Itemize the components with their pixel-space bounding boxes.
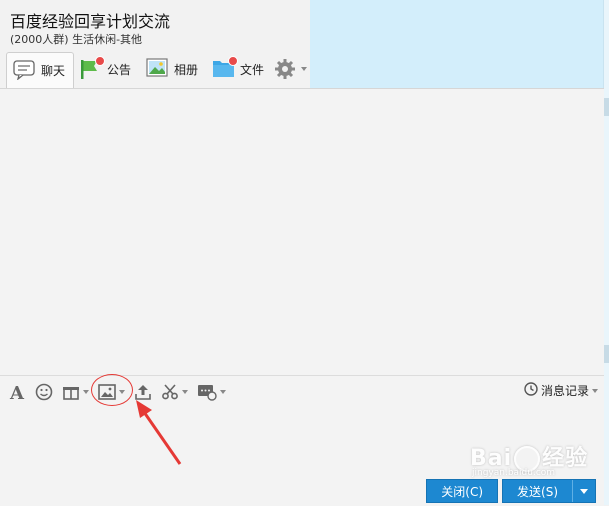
tab-album-label: 相册 <box>174 62 199 77</box>
screen-share-icon <box>197 383 217 401</box>
tab-announcement-label: 公告 <box>107 62 132 77</box>
group-title: 百度经验回享计划交流 <box>10 12 171 31</box>
font-button[interactable]: A <box>8 381 26 403</box>
window-header: 百度经验回享计划交流 (2000人群) 生活休闲-其他 聊天 公告 相册 文件 <box>0 0 310 88</box>
emoji-icon <box>35 383 53 401</box>
settings-menu-button[interactable] <box>274 52 307 86</box>
tab-album[interactable]: 相册 <box>146 52 198 86</box>
message-history-button[interactable]: 消息记录 <box>524 382 598 399</box>
tab-bar: 聊天 公告 相册 文件 <box>6 52 316 88</box>
screen-share-button[interactable] <box>197 381 226 403</box>
tab-chat-label: 聊天 <box>41 64 66 78</box>
photo-album-icon <box>146 58 170 80</box>
group-subtitle: (2000人群) 生活休闲-其他 <box>10 33 143 46</box>
chevron-down-icon <box>83 390 89 394</box>
chat-window: 百度经验回享计划交流 (2000人群) 生活休闲-其他 聊天 公告 相册 文件 … <box>0 0 604 506</box>
chevron-down-icon <box>592 388 598 393</box>
send-button[interactable]: 发送(S) <box>502 479 596 503</box>
svg-text:A: A <box>9 383 25 401</box>
close-button[interactable]: 关闭(C) <box>426 479 499 503</box>
folder-icon <box>212 56 238 80</box>
message-display-area[interactable] <box>0 88 604 376</box>
announcement-badge <box>95 56 105 66</box>
image-button-highlight <box>91 374 133 406</box>
watermark-url: jingyan.baidu.com <box>472 468 556 478</box>
chat-bubble-icon <box>13 59 37 82</box>
files-badge <box>228 56 238 66</box>
chevron-down-icon <box>220 390 226 394</box>
tab-files[interactable]: 文件 <box>212 52 264 86</box>
chevron-down-icon <box>580 488 588 494</box>
gift-icon <box>62 383 80 401</box>
gear-icon <box>274 58 298 80</box>
message-history-label: 消息记录 <box>540 384 589 398</box>
font-icon: A <box>8 383 26 401</box>
announcement-flag-icon <box>79 56 105 80</box>
chevron-down-icon <box>182 390 188 394</box>
tab-announcement[interactable]: 公告 <box>79 52 131 86</box>
gift-button[interactable] <box>62 381 89 403</box>
chevron-down-icon <box>301 67 307 71</box>
tab-chat[interactable]: 聊天 <box>6 52 75 88</box>
send-options-dropdown[interactable] <box>572 480 595 502</box>
annotation-arrow-icon <box>136 400 182 465</box>
emoji-button[interactable] <box>35 381 53 403</box>
clock-icon <box>524 382 538 399</box>
action-buttons: 关闭(C) 发送(S) <box>426 479 596 503</box>
tab-files-label: 文件 <box>240 62 265 77</box>
